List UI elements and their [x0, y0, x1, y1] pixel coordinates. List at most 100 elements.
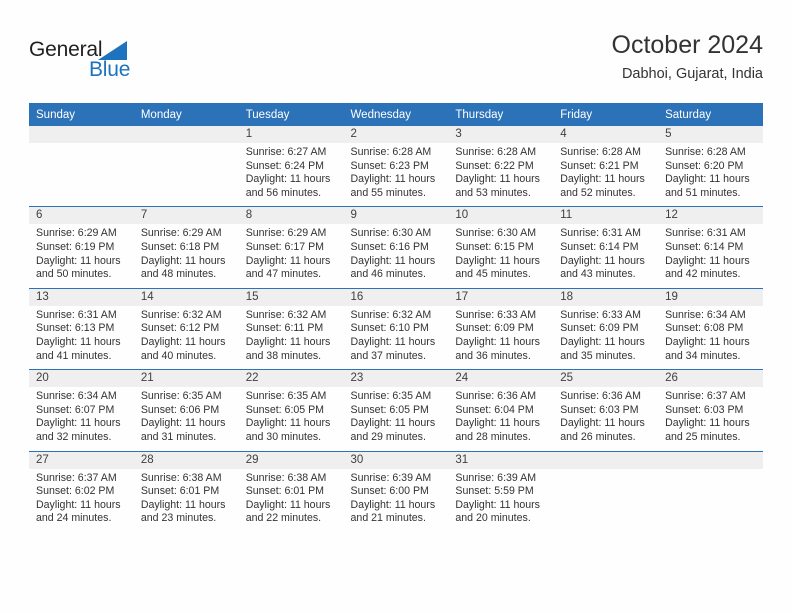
daylight-line-1: Daylight: 11 hours: [350, 417, 436, 430]
calendar-day-cell[interactable]: 11 Sunrise: 6:31 AM Sunset: 6:14 PM Dayligh…: [553, 206, 659, 289]
calendar-day-cell[interactable]: 29 Sunrise: 6:38 AM Sunset: 6:01 PM Dayligh…: [238, 450, 344, 532]
sunrise-time: Sunrise: 6:27 AM: [245, 146, 327, 158]
day-details: Sunrise: 6:28 AM Sunset: 6:21 PM Daylight:…: [553, 143, 658, 206]
daylight-line-1: Daylight: 11 hours: [350, 173, 436, 186]
calendar-day-cell[interactable]: 31 Sunrise: 6:39 AM Sunset: 5:59 PM Dayligh…: [448, 450, 554, 532]
calendar-day-cell[interactable]: 15 Sunrise: 6:32 AM Sunset: 6:11 PM Dayligh…: [238, 287, 344, 370]
day-details: Sunrise: 6:33 AM Sunset: 6:09 PM Daylight:…: [448, 306, 553, 369]
calendar-day-cell[interactable]: 16 Sunrise: 6:32 AM Sunset: 6:10 PM Dayligh…: [343, 287, 449, 370]
day-details: Sunrise: 6:32 AM Sunset: 6:12 PM Daylight:…: [134, 306, 239, 369]
title-block: October 2024 Dabhoi, Gujarat, India: [612, 30, 764, 83]
calendar-day-cell[interactable]: 1 Sunrise: 6:27 AM Sunset: 6:24 PM Daylight…: [238, 126, 344, 207]
calendar-day-cell[interactable]: 28 Sunrise: 6:38 AM Sunset: 6:01 PM Dayligh…: [133, 450, 239, 532]
day-details: Sunrise: 6:29 AM Sunset: 6:19 PM Daylight:…: [29, 224, 134, 287]
calendar-day-cell[interactable]: 19 Sunrise: 6:34 AM Sunset: 6:08 PM Dayligh…: [658, 287, 763, 370]
weekday-header-wednesday: Wednesday: [343, 103, 449, 126]
sunset-time: Sunset: 6:15 PM: [455, 240, 534, 253]
calendar-day-cell[interactable]: 10 Sunrise: 6:30 AM Sunset: 6:15 PM Dayligh…: [448, 206, 554, 289]
calendar-day-cell[interactable]: 8 Sunrise: 6:29 AM Sunset: 6:17 PM Daylight…: [238, 206, 344, 289]
calendar-cell-empty: [133, 126, 239, 207]
daylight-line-1: Daylight: 11 hours: [140, 498, 226, 511]
daylight-line-2: and 26 minutes.: [560, 430, 636, 443]
daylight-line-1: Daylight: 11 hours: [36, 335, 121, 348]
daylight-line-2: and 36 minutes.: [455, 349, 531, 362]
day-details: Sunrise: 6:35 AM Sunset: 6:06 PM Daylight:…: [134, 387, 239, 450]
day-number: 29: [238, 451, 344, 469]
calendar-day-cell[interactable]: 24 Sunrise: 6:36 AM Sunset: 6:04 PM Dayligh…: [448, 369, 554, 451]
calendar-day-cell[interactable]: 17 Sunrise: 6:33 AM Sunset: 6:09 PM Dayligh…: [448, 287, 554, 370]
daylight-line-1: Daylight: 11 hours: [455, 254, 540, 267]
sunrise-time: Sunrise: 6:32 AM: [245, 308, 327, 321]
day-details: Sunrise: 6:37 AM Sunset: 6:03 PM Daylight:…: [658, 387, 763, 450]
calendar-day-cell[interactable]: 14 Sunrise: 6:32 AM Sunset: 6:12 PM Dayligh…: [133, 287, 239, 370]
day-details: Sunrise: 6:36 AM Sunset: 6:04 PM Daylight:…: [448, 387, 553, 450]
calendar-day-cell[interactable]: 27 Sunrise: 6:37 AM Sunset: 6:02 PM Dayligh…: [29, 450, 134, 532]
day-details: Sunrise: 6:31 AM Sunset: 6:14 PM Daylight:…: [658, 224, 763, 287]
daylight-line-2: and 38 minutes.: [245, 349, 322, 362]
sunrise-time: Sunrise: 6:30 AM: [350, 227, 432, 240]
daylight-line-1: Daylight: 11 hours: [140, 254, 226, 267]
day-details: Sunrise: 6:38 AM Sunset: 6:01 PM Daylight:…: [239, 469, 344, 532]
calendar-day-cell[interactable]: 23 Sunrise: 6:35 AM Sunset: 6:05 PM Dayligh…: [343, 369, 449, 451]
calendar-day-cell[interactable]: 13 Sunrise: 6:31 AM Sunset: 6:13 PM Dayligh…: [29, 287, 134, 370]
day-details: Sunrise: 6:29 AM Sunset: 6:18 PM Daylight:…: [134, 224, 239, 287]
sunrise-time: Sunrise: 6:39 AM: [455, 471, 537, 484]
calendar-day-cell[interactable]: 4 Sunrise: 6:28 AM Sunset: 6:21 PM Daylight…: [553, 126, 659, 207]
daylight-line-2: and 31 minutes.: [140, 430, 217, 443]
day-number: 6: [29, 207, 134, 225]
day-number: 8: [238, 207, 344, 225]
calendar-week-row: 20 Sunrise: 6:34 AM Sunset: 6:07 PM Dayligh…: [29, 369, 763, 451]
calendar-day-cell[interactable]: 18 Sunrise: 6:33 AM Sunset: 6:09 PM Dayligh…: [553, 287, 659, 370]
calendar-day-cell[interactable]: 7 Sunrise: 6:29 AM Sunset: 6:18 PM Daylight…: [133, 206, 239, 289]
calendar-day-cell[interactable]: 25 Sunrise: 6:36 AM Sunset: 6:03 PM Dayligh…: [553, 369, 659, 451]
sunset-time: Sunset: 6:13 PM: [36, 322, 115, 335]
day-number: 11: [553, 207, 659, 225]
calendar-day-cell[interactable]: 3 Sunrise: 6:28 AM Sunset: 6:22 PM Daylight…: [448, 126, 554, 207]
sunset-time: Sunset: 6:01 PM: [245, 485, 325, 498]
sunrise-time: Sunrise: 6:35 AM: [350, 390, 432, 403]
calendar-day-cell[interactable]: 21 Sunrise: 6:35 AM Sunset: 6:06 PM Dayligh…: [133, 369, 239, 451]
calendar-day-cell[interactable]: 20 Sunrise: 6:34 AM Sunset: 6:07 PM Dayligh…: [29, 369, 134, 451]
sunset-time: Sunset: 6:09 PM: [455, 322, 534, 335]
calendar-day-cell[interactable]: 2 Sunrise: 6:28 AM Sunset: 6:23 PM Daylight…: [343, 126, 449, 207]
day-details: Sunrise: 6:31 AM Sunset: 6:14 PM Daylight:…: [553, 224, 658, 287]
sunset-time: Sunset: 6:05 PM: [350, 403, 429, 416]
sunrise-time: Sunrise: 6:38 AM: [245, 471, 327, 484]
day-number: 14: [133, 288, 239, 306]
day-number: 20: [29, 370, 134, 388]
sunrise-time: Sunrise: 6:39 AM: [350, 471, 432, 484]
day-number: 22: [238, 370, 344, 388]
logo-text-blue: Blue: [89, 58, 131, 81]
day-details: Sunrise: 6:37 AM Sunset: 6:02 PM Daylight:…: [29, 469, 134, 532]
day-number: 24: [448, 370, 554, 388]
day-details: Sunrise: 6:34 AM Sunset: 6:08 PM Daylight:…: [658, 306, 763, 369]
calendar-day-cell[interactable]: 9 Sunrise: 6:30 AM Sunset: 6:16 PM Daylight…: [343, 206, 449, 289]
page-title: October 2024: [611, 31, 764, 59]
sunrise-time: Sunrise: 6:28 AM: [665, 146, 746, 158]
daylight-line-1: Daylight: 11 hours: [560, 254, 645, 267]
day-details: Sunrise: 6:34 AM Sunset: 6:07 PM Daylight:…: [29, 387, 134, 450]
calendar-day-cell[interactable]: 6 Sunrise: 6:29 AM Sunset: 6:19 PM Daylight…: [29, 206, 134, 289]
day-number: 30: [343, 451, 449, 469]
calendar-week-row: 27 Sunrise: 6:37 AM Sunset: 6:02 PM Dayligh…: [29, 450, 763, 532]
weekday-header-tuesday: Tuesday: [238, 103, 344, 126]
calendar-day-cell[interactable]: 22 Sunrise: 6:35 AM Sunset: 6:05 PM Dayligh…: [238, 369, 344, 451]
general-blue-logo[interactable]: General Blue: [29, 38, 179, 88]
sunrise-time: Sunrise: 6:36 AM: [455, 390, 537, 403]
day-number: 26: [658, 370, 763, 388]
day-details: Sunrise: 6:32 AM Sunset: 6:10 PM Daylight:…: [344, 306, 449, 369]
daylight-line-1: Daylight: 11 hours: [350, 498, 436, 511]
daylight-line-1: Daylight: 11 hours: [560, 417, 645, 430]
calendar-header-row: Sunday Monday Tuesday Wednesday Thursday Frid…: [29, 103, 763, 126]
sunrise-time: Sunrise: 6:33 AM: [455, 308, 537, 321]
sunset-time: Sunset: 6:19 PM: [36, 240, 115, 253]
sunset-time: Sunset: 6:22 PM: [455, 159, 534, 172]
calendar-day-cell[interactable]: 12 Sunrise: 6:31 AM Sunset: 6:14 PM Dayligh…: [658, 206, 763, 289]
daylight-line-2: and 56 minutes.: [245, 186, 322, 199]
calendar-day-cell[interactable]: 5 Sunrise: 6:28 AM Sunset: 6:20 PM Daylight…: [658, 126, 763, 207]
day-number: 16: [343, 288, 449, 306]
calendar-day-cell[interactable]: 26 Sunrise: 6:37 AM Sunset: 6:03 PM Dayligh…: [658, 369, 763, 451]
daylight-line-1: Daylight: 11 hours: [245, 498, 331, 511]
weekday-header-thursday: Thursday: [448, 103, 554, 126]
calendar-day-cell[interactable]: 30 Sunrise: 6:39 AM Sunset: 6:00 PM Dayligh…: [343, 450, 449, 532]
